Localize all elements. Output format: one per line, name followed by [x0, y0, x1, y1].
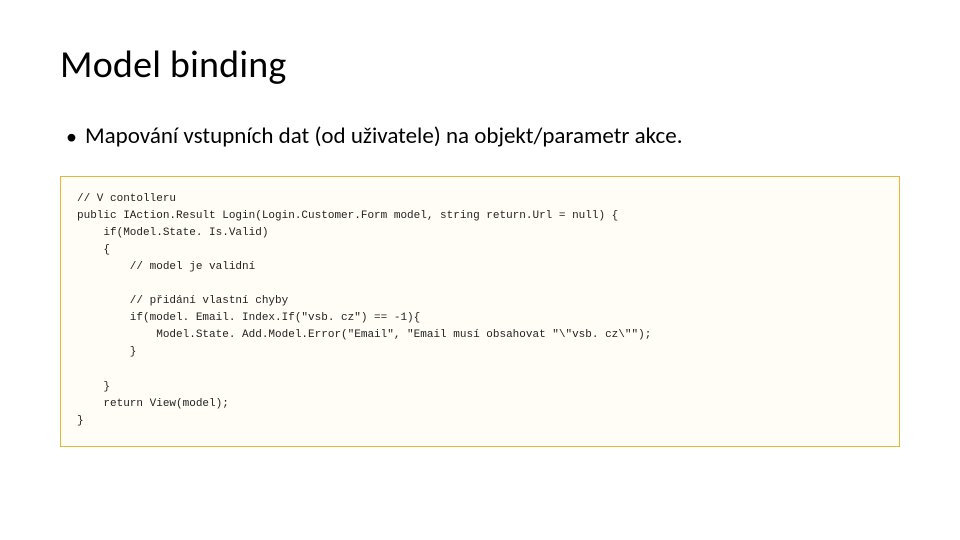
- code-block: // V contolleru public IAction.Result Lo…: [60, 176, 900, 447]
- slide-title: Model binding: [60, 42, 900, 88]
- bullet-text: Mapování vstupních dat (od uživatele) na…: [85, 122, 683, 150]
- bullet-dot-icon: •: [66, 122, 77, 150]
- bullet-item: • Mapování vstupních dat (od uživatele) …: [60, 122, 900, 150]
- slide: Model binding • Mapování vstupních dat (…: [0, 0, 960, 540]
